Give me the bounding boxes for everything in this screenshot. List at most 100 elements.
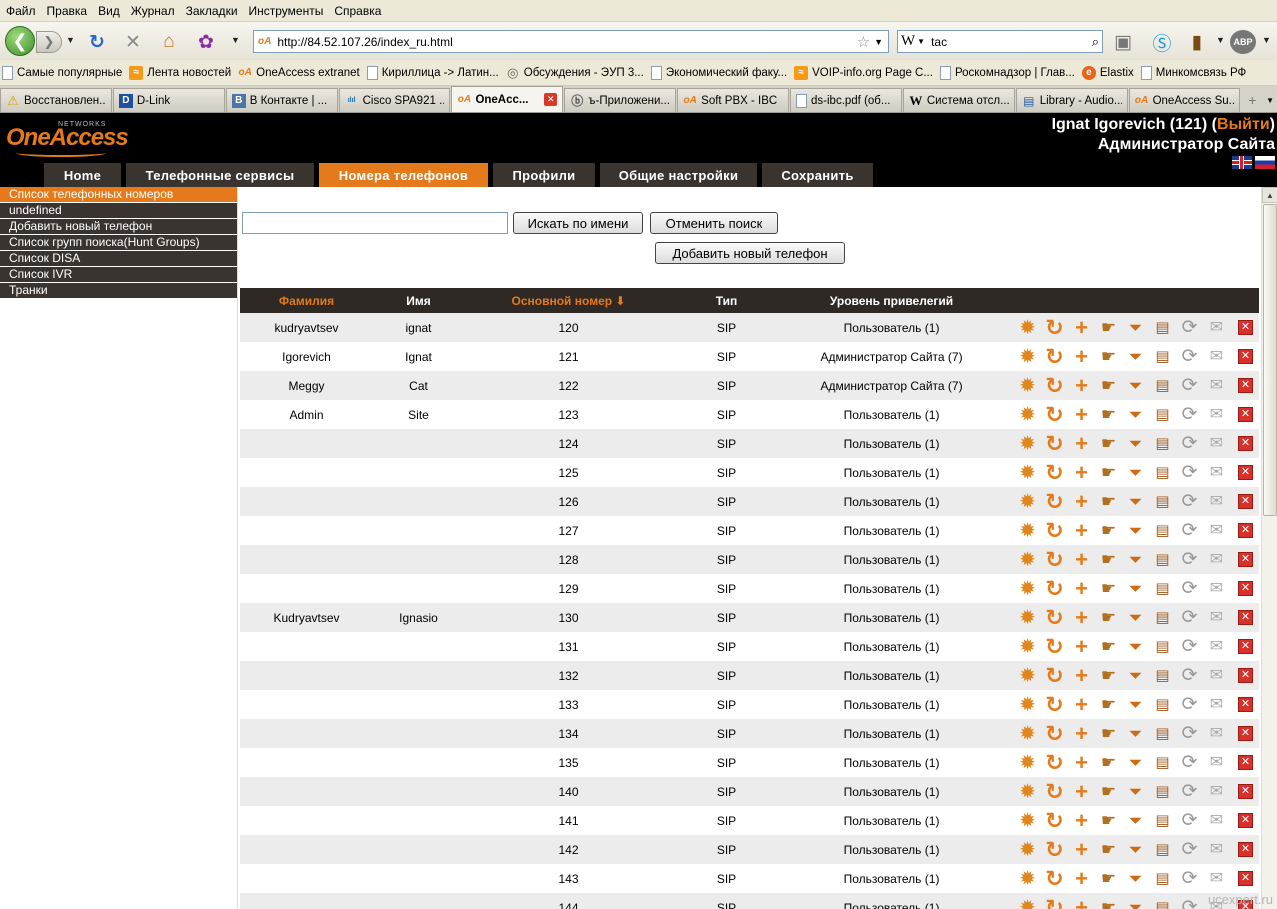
nav-phone-numbers[interactable]: Номера телефонов xyxy=(319,163,488,187)
book-dropdown-icon[interactable]: ▼ xyxy=(1216,35,1225,45)
bookmark-item[interactable]: ≈ VOIP-info.org Page C... xyxy=(792,65,938,80)
forward-button[interactable]: ❯ xyxy=(36,31,62,53)
rotate-icon[interactable]: ⟳ xyxy=(1176,316,1203,340)
english-flag-icon[interactable] xyxy=(1232,156,1252,169)
mail-icon[interactable]: ✉ xyxy=(1203,867,1230,891)
stop-icon[interactable]: ✕ xyxy=(122,31,144,53)
menu-bookmarks[interactable]: Закладки xyxy=(184,4,247,18)
gear-icon[interactable]: ✹ xyxy=(1014,606,1041,630)
addon-dropdown-icon[interactable]: ▼ xyxy=(231,35,240,45)
gear-icon[interactable]: ✹ xyxy=(1014,896,1041,909)
bookmark-item[interactable]: Кириллица -> Латин... xyxy=(365,65,504,80)
funnel-icon[interactable]: ⏷ xyxy=(1122,809,1149,833)
funnel-icon[interactable]: ⏷ xyxy=(1122,751,1149,775)
add-icon[interactable]: + xyxy=(1068,664,1095,688)
fax-icon[interactable]: ▤ xyxy=(1149,896,1176,909)
reload-icon[interactable]: ↻ xyxy=(1041,316,1068,340)
fax-icon[interactable]: ▤ xyxy=(1149,432,1176,456)
funnel-icon[interactable]: ⏷ xyxy=(1122,635,1149,659)
wikipedia-icon[interactable]: W xyxy=(901,33,915,50)
hand-icon[interactable]: ☛ xyxy=(1095,838,1122,862)
mail-icon[interactable]: ✉ xyxy=(1203,809,1230,833)
sidebar-item-trunks[interactable]: Транки xyxy=(0,283,237,298)
funnel-icon[interactable]: ⏷ xyxy=(1122,316,1149,340)
nav-phone-services[interactable]: Телефонные сервисы xyxy=(126,163,314,187)
reload-icon[interactable]: ↻ xyxy=(1041,519,1068,543)
browser-tab[interactable]: BВ Контакте | ... xyxy=(225,88,338,112)
reload-icon[interactable]: ↻ xyxy=(1041,780,1068,804)
mail-icon[interactable]: ✉ xyxy=(1203,345,1230,369)
logout-link[interactable]: Выйти xyxy=(1217,116,1270,133)
mail-icon[interactable]: ✉ xyxy=(1203,751,1230,775)
delete-icon[interactable]: ✕ xyxy=(1238,523,1253,538)
funnel-icon[interactable]: ⏷ xyxy=(1122,403,1149,427)
funnel-icon[interactable]: ⏷ xyxy=(1122,548,1149,572)
rotate-icon[interactable]: ⟳ xyxy=(1176,896,1203,909)
reload-icon[interactable]: ↻ xyxy=(1041,403,1068,427)
back-button[interactable]: ❮ xyxy=(5,26,35,56)
reload-icon[interactable]: ↻ xyxy=(1041,606,1068,630)
browser-tab[interactable]: W Система отсл... xyxy=(902,88,1015,112)
gear-icon[interactable]: ✹ xyxy=(1014,316,1041,340)
delete-icon[interactable]: ✕ xyxy=(1238,552,1253,567)
fax-icon[interactable]: ▤ xyxy=(1149,838,1176,862)
gear-icon[interactable]: ✹ xyxy=(1014,490,1041,514)
home-icon[interactable]: ⌂ xyxy=(158,31,180,53)
gear-icon[interactable]: ✹ xyxy=(1014,577,1041,601)
hand-icon[interactable]: ☛ xyxy=(1095,693,1122,717)
delete-icon[interactable]: ✕ xyxy=(1238,871,1253,886)
delete-icon[interactable]: ✕ xyxy=(1238,639,1253,654)
search-query[interactable]: tac xyxy=(925,35,1092,49)
funnel-icon[interactable]: ⏷ xyxy=(1122,374,1149,398)
funnel-icon[interactable]: ⏷ xyxy=(1122,664,1149,688)
rotate-icon[interactable]: ⟳ xyxy=(1176,838,1203,862)
russian-flag-icon[interactable] xyxy=(1255,156,1275,169)
browser-tab[interactable]: ⚠ Восстановлен... xyxy=(0,88,112,112)
sidebar-item-add-phone[interactable]: Добавить новый телефон xyxy=(0,219,237,234)
fax-icon[interactable]: ▤ xyxy=(1149,606,1176,630)
reload-icon[interactable]: ↻ xyxy=(1041,432,1068,456)
reload-icon[interactable]: ↻ xyxy=(86,31,108,53)
hand-icon[interactable]: ☛ xyxy=(1095,751,1122,775)
fax-icon[interactable]: ▤ xyxy=(1149,519,1176,543)
cancel-search-button[interactable]: Отменить поиск xyxy=(650,212,778,234)
history-dropdown-icon[interactable]: ▼ xyxy=(66,35,75,45)
rotate-icon[interactable]: ⟳ xyxy=(1176,548,1203,572)
delete-icon[interactable]: ✕ xyxy=(1238,726,1253,741)
delete-icon[interactable]: ✕ xyxy=(1238,813,1253,828)
bookmark-item[interactable]: Минкомсвязь РФ xyxy=(1139,65,1252,80)
fax-icon[interactable]: ▤ xyxy=(1149,316,1176,340)
delete-icon[interactable]: ✕ xyxy=(1238,494,1253,509)
reload-icon[interactable]: ↻ xyxy=(1041,751,1068,775)
rotate-icon[interactable]: ⟳ xyxy=(1176,519,1203,543)
hand-icon[interactable]: ☛ xyxy=(1095,432,1122,456)
mail-icon[interactable]: ✉ xyxy=(1203,577,1230,601)
hand-icon[interactable]: ☛ xyxy=(1095,867,1122,891)
mail-icon[interactable]: ✉ xyxy=(1203,403,1230,427)
reload-icon[interactable]: ↻ xyxy=(1041,693,1068,717)
book-icon[interactable]: ▮ xyxy=(1186,31,1208,53)
mail-icon[interactable]: ✉ xyxy=(1203,722,1230,746)
gear-icon[interactable]: ✹ xyxy=(1014,664,1041,688)
gear-icon[interactable]: ✹ xyxy=(1014,345,1041,369)
sidebar-item-disa[interactable]: Список DISA xyxy=(0,251,237,266)
adblock-icon[interactable]: ABP xyxy=(1230,30,1256,54)
gear-icon[interactable]: ✹ xyxy=(1014,751,1041,775)
browser-tab[interactable]: oA OneAccess Su... xyxy=(1128,88,1241,112)
mail-icon[interactable]: ✉ xyxy=(1203,838,1230,862)
delete-icon[interactable]: ✕ xyxy=(1238,784,1253,799)
gear-icon[interactable]: ✹ xyxy=(1014,693,1041,717)
search-bar[interactable]: W ▼ tac ⌕ xyxy=(897,30,1103,53)
rotate-icon[interactable]: ⟳ xyxy=(1176,461,1203,485)
add-icon[interactable]: + xyxy=(1068,722,1095,746)
bookmark-item[interactable]: Экономический факу... xyxy=(649,65,792,80)
header-last-name[interactable]: Фамилия xyxy=(240,294,373,308)
name-search-input[interactable] xyxy=(242,212,508,234)
add-icon[interactable]: + xyxy=(1068,345,1095,369)
sidebar-item-ivr[interactable]: Список IVR xyxy=(0,267,237,282)
nav-profiles[interactable]: Профили xyxy=(493,163,595,187)
browser-tab[interactable]: ▤ Library - Audio... xyxy=(1015,88,1128,112)
reload-icon[interactable]: ↻ xyxy=(1041,896,1068,909)
hand-icon[interactable]: ☛ xyxy=(1095,490,1122,514)
gear-icon[interactable]: ✹ xyxy=(1014,867,1041,891)
